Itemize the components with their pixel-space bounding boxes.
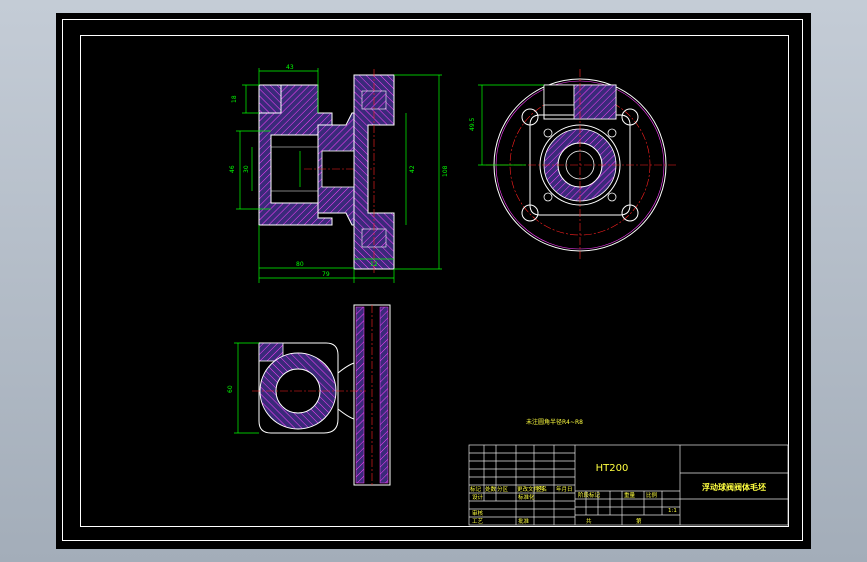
dim-left-mid: 46	[229, 165, 236, 173]
label-process: 工艺	[472, 518, 484, 525]
label-review: 审核	[472, 509, 484, 517]
label-zone: 分区	[497, 485, 509, 493]
title-block-text: HT200 浮动球阀阀体毛坯 1:1 标记 处数 分区 更改文件号 签名 年月日…	[470, 463, 766, 525]
dim-left-inner: 30	[243, 165, 250, 173]
dim-right-height: 108	[442, 165, 449, 177]
label-mark: 标记	[470, 485, 482, 493]
dim-top-width: 43	[286, 64, 294, 71]
drawing-name: 浮动球阀阀体毛坯	[702, 482, 766, 492]
dim-bottom-left: 80	[296, 261, 304, 268]
note-text: 未注圆角半径R4~R8	[526, 418, 583, 426]
dim-total-width: 79	[322, 271, 330, 278]
label-sheet: 第	[636, 517, 642, 525]
dim-bottom-right: 12	[370, 261, 378, 268]
label-stage: 阶段标记	[578, 491, 601, 499]
label-sheets: 共	[586, 517, 592, 525]
label-design: 设计	[472, 493, 484, 501]
label-standard: 标准化	[518, 493, 535, 501]
dim-right-inner: 42	[409, 165, 416, 173]
label-approve: 批准	[518, 517, 530, 525]
front-section-view	[258, 69, 395, 275]
label-date: 年月日	[556, 485, 573, 493]
dim-side-height: 49.5	[469, 117, 476, 131]
label-count: 处数	[485, 485, 497, 493]
drawing-canvas[interactable]: 43 18 46 30 42 108 80 12 79 49.5 60 未注圆角…	[56, 13, 811, 549]
scale-value: 1:1	[668, 508, 677, 514]
side-view: 49.5	[469, 69, 676, 261]
dim-bottom-height: 60	[227, 385, 234, 393]
cad-drawing: 43 18 46 30 42 108 80 12 79 49.5 60 未注圆角…	[227, 64, 789, 526]
label-sign: 签名	[536, 485, 547, 493]
bottom-view: 60	[227, 304, 391, 486]
label-weight: 重量	[624, 491, 636, 499]
dim-left-top: 18	[231, 95, 238, 103]
material-text: HT200	[596, 463, 629, 474]
label-scale: 比例	[646, 491, 658, 499]
